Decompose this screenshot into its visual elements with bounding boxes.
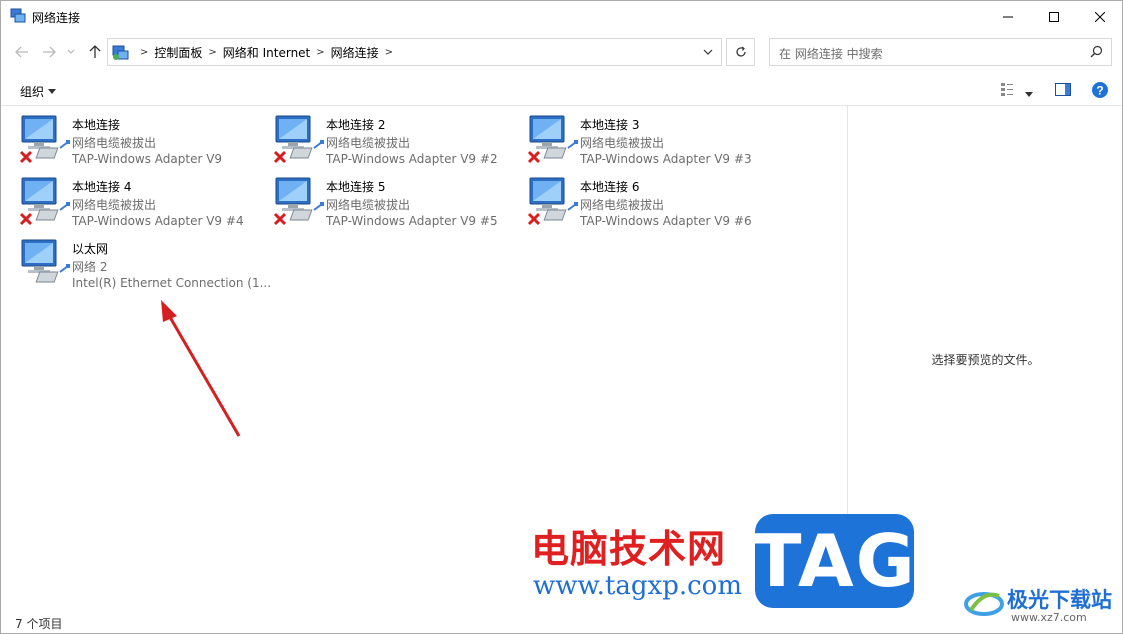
annotation-arrow [161, 300, 241, 437]
preview-pane-icon [1055, 83, 1071, 96]
list-item[interactable]: 本地连接网络电缆被拔出 TAP-Windows Adapter V9 [18, 114, 268, 172]
window-title: 网络连接 [32, 11, 81, 25]
watermark-tag-logo: TAG [752, 514, 915, 608]
breadcrumb: > 控制面板 > 网络和 Internet > 网络连接 > [134, 44, 399, 61]
list-item[interactable]: 本地连接 6 网络电缆被拔出 TAP-Windows Adapter V9 #6 [526, 176, 776, 234]
network-adapter-icon [19, 177, 70, 226]
connection-status: 网络电缆被拔出 [326, 198, 411, 212]
connection-status: 网络电缆被拔出 [72, 198, 157, 212]
organize-menu-button[interactable]: 组织 [20, 83, 57, 100]
connection-adapter: TAP-Windows Adapter V9 [72, 152, 223, 166]
connection-adapter: TAP-Windows Adapter V9 #3 [580, 152, 752, 166]
chevron-right-icon[interactable]: > [310, 47, 330, 58]
breadcrumb-network-internet[interactable]: 网络和 Internet [223, 44, 310, 61]
network-adapter-icon [273, 177, 324, 226]
connection-adapter: TAP-Windows Adapter V9 #6 [580, 214, 752, 228]
connection-adapter: Intel(R) Ethernet Connection (1... [72, 276, 272, 290]
breadcrumb-control-panel[interactable]: 控制面板 [154, 44, 202, 61]
help-button[interactable]: ? [1091, 81, 1109, 102]
connection-name: 本地连接 3 [580, 118, 640, 132]
arrow-right-icon [43, 46, 56, 58]
arrow-left-icon [15, 46, 28, 58]
connection-adapter: TAP-Windows Adapter V9 #4 [72, 214, 244, 228]
close-icon [1095, 11, 1105, 22]
control-panel-icon [112, 45, 129, 60]
connection-name: 本地连接 5 [326, 180, 386, 194]
connection-status: 网络电缆被拔出 [326, 136, 411, 150]
connection-adapter: TAP-Windows Adapter V9 #5 [326, 214, 498, 228]
connection-status: 网络 2 [72, 260, 108, 274]
watermark-brand: 极光下载站 [1007, 588, 1112, 612]
network-adapter-icon [21, 239, 70, 283]
list-item[interactable]: 本地连接 4 网络电缆被拔出 TAP-Windows Adapter V9 #4 [18, 176, 268, 234]
address-history-dropdown[interactable] [698, 41, 718, 63]
item-count: 7 个项目 [15, 617, 63, 631]
back-button[interactable] [12, 42, 32, 62]
maximize-icon [1049, 11, 1059, 22]
connection-name: 以太网 [72, 242, 109, 256]
breadcrumb-network-connections[interactable]: 网络连接 [331, 44, 379, 61]
network-adapter-icon [527, 115, 578, 164]
list-item[interactable]: 本地连接 2 网络电缆被拔出 TAP-Windows Adapter V9 #2 [272, 114, 522, 172]
refresh-icon [735, 46, 746, 57]
network-adapter-icon [527, 177, 578, 226]
help-icon: ? [1092, 82, 1108, 98]
connection-status: 网络电缆被拔出 [72, 136, 157, 150]
address-bar[interactable]: > 控制面板 > 网络和 Internet > 网络连接 > [107, 38, 722, 66]
svg-text:?: ? [1096, 84, 1103, 98]
caret-down-icon [1025, 92, 1033, 97]
arrow-up-icon [89, 45, 101, 58]
close-button[interactable] [1077, 1, 1123, 32]
up-button[interactable] [85, 42, 105, 62]
connection-name: 本地连接 [72, 118, 121, 132]
command-bar: 组织 ? [1, 75, 1122, 106]
chevron-right-icon[interactable]: > [202, 47, 222, 58]
watermark-url: www.tagxp.com [533, 571, 742, 601]
watermark-site-name: 电脑技术网 [531, 527, 727, 571]
connection-name: 本地连接 4 [72, 180, 132, 194]
search-box[interactable]: 在 网络连接 中搜索 [769, 38, 1112, 66]
list-item[interactable]: 本地连接 5 网络电缆被拔出 TAP-Windows Adapter V9 #5 [272, 176, 522, 234]
recent-locations-button[interactable] [64, 42, 78, 62]
network-adapter-icon [273, 115, 324, 164]
connection-name: 本地连接 6 [580, 180, 640, 194]
status-bar: 7 个项目 [1, 610, 1122, 634]
chevron-down-icon [67, 49, 75, 54]
connection-status: 网络电缆被拔出 [580, 136, 665, 150]
minimize-button[interactable] [985, 1, 1031, 32]
title-bar: 网络连接 [1, 1, 1122, 32]
view-options-icon [1001, 83, 1013, 96]
chevron-right-icon[interactable]: > [379, 47, 399, 58]
chevron-right-icon[interactable]: > [134, 47, 154, 58]
connection-adapter: TAP-Windows Adapter V9 #2 [326, 152, 498, 166]
change-view-button[interactable] [1000, 81, 1018, 100]
connection-status: 网络电缆被拔出 [580, 198, 665, 212]
explorer-window: 网络连接 > 控制面板 > 网络和 Internet > 网络连接 > 在 网络… [0, 0, 1123, 634]
search-icon[interactable] [1090, 45, 1103, 58]
chevron-down-icon [703, 49, 713, 55]
list-item[interactable]: 以太网网络 2 Intel(R) Ethernet Connection (1..… [18, 238, 272, 296]
refresh-button[interactable] [726, 38, 755, 66]
maximize-button[interactable] [1031, 1, 1077, 32]
aurora-logo-icon [964, 592, 1004, 616]
preview-pane-button[interactable] [1055, 83, 1071, 99]
search-placeholder: 在 网络连接 中搜索 [779, 47, 883, 61]
forward-button[interactable] [39, 42, 59, 62]
watermark-brand-url: www.xz7.com [1011, 611, 1087, 624]
network-adapter-icon [19, 115, 70, 164]
caret-down-icon [48, 89, 57, 94]
list-item[interactable]: 本地连接 3 网络电缆被拔出 TAP-Windows Adapter V9 #3 [526, 114, 776, 172]
preview-empty-text: 选择要预览的文件。 [931, 353, 1040, 367]
network-connections-icon [10, 8, 26, 23]
organize-label: 组织 [20, 85, 45, 99]
connection-name: 本地连接 2 [326, 118, 386, 132]
minimize-icon [1003, 16, 1013, 17]
view-dropdown-button[interactable] [1025, 86, 1033, 100]
